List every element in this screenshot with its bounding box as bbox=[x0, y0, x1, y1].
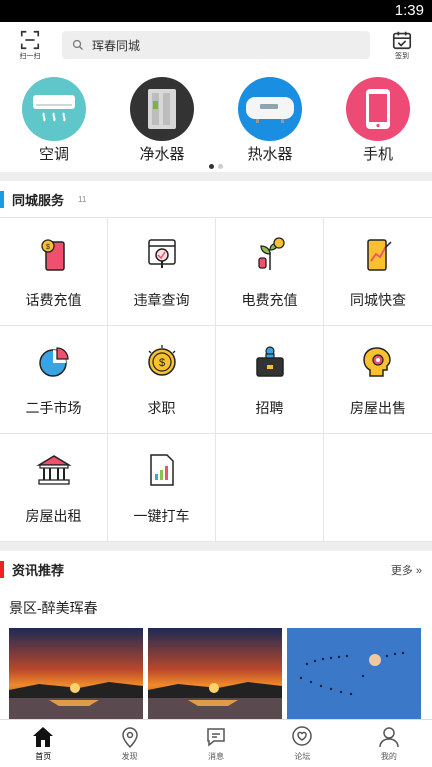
tab-home[interactable]: 首页 bbox=[0, 720, 86, 767]
location-pin-icon bbox=[121, 727, 138, 749]
heart-chat-icon bbox=[292, 726, 313, 746]
service-job-seeking[interactable]: $ 求职 bbox=[108, 326, 216, 434]
carousel-indicator bbox=[0, 164, 432, 169]
svg-text:$: $ bbox=[46, 244, 50, 251]
news-photo-sunset[interactable] bbox=[9, 628, 143, 720]
category-label: 手机 bbox=[362, 146, 393, 163]
tab-label: 消息 bbox=[208, 752, 225, 761]
tab-label: 发现 bbox=[121, 752, 138, 761]
tab-messages[interactable]: 消息 bbox=[173, 720, 259, 767]
more-link[interactable]: 更多 » bbox=[391, 562, 422, 578]
briefcase-icon bbox=[255, 345, 284, 377]
checkin-label: 签到 bbox=[395, 53, 409, 60]
service-label: 招聘 bbox=[255, 399, 284, 416]
scan-button[interactable]: 扫一扫 bbox=[10, 29, 50, 61]
service-one-click-taxi[interactable]: 一键打车 bbox=[108, 434, 216, 542]
calendar-check-icon bbox=[392, 31, 412, 50]
section-title: 同城服务 bbox=[12, 192, 65, 208]
status-time: 1:39 bbox=[394, 2, 424, 19]
category-carousel[interactable]: 空调 净水器 热水器 手机 bbox=[0, 68, 432, 172]
water-heater-icon bbox=[238, 77, 302, 141]
service-label: 话费充值 bbox=[25, 291, 82, 308]
category-mobile-phone[interactable]: 手机 bbox=[328, 77, 428, 164]
carousel-dot bbox=[218, 164, 223, 169]
service-second-hand-market[interactable]: 二手市场 bbox=[0, 326, 108, 434]
service-empty-cell bbox=[324, 434, 432, 542]
double-chevron-right-icon: » bbox=[415, 564, 422, 577]
service-traffic-violation[interactable]: 违章查询 bbox=[108, 218, 216, 326]
service-label: 同城快查 bbox=[350, 291, 406, 308]
pie-chart-icon bbox=[38, 346, 69, 377]
service-recruitment[interactable]: 招聘 bbox=[216, 326, 324, 434]
home-icon bbox=[33, 727, 54, 747]
service-label: 电费充值 bbox=[241, 291, 298, 308]
traffic-violation-icon bbox=[147, 238, 176, 268]
scan-label: 扫一扫 bbox=[19, 53, 41, 60]
more-label: 更多 bbox=[390, 564, 413, 577]
document-chart-icon bbox=[149, 453, 174, 486]
tab-label: 首页 bbox=[35, 752, 52, 761]
news-section: 资讯推荐 更多 » 景区-醉美珲春 bbox=[0, 551, 432, 720]
carousel-dot-active bbox=[209, 164, 214, 169]
air-conditioner-icon bbox=[22, 77, 86, 141]
section-accent-bar bbox=[0, 190, 4, 208]
service-label: 违章查询 bbox=[133, 291, 190, 308]
services-header: 同城服务 11 bbox=[0, 181, 432, 218]
coin-icon: $ bbox=[147, 344, 176, 376]
tab-profile[interactable]: 我的 bbox=[346, 720, 432, 767]
service-house-rental[interactable]: 房屋出租 bbox=[0, 434, 108, 542]
electricity-recharge-icon bbox=[257, 236, 285, 270]
tab-label: 论坛 bbox=[294, 752, 311, 761]
news-header: 资讯推荐 更多 » bbox=[0, 551, 432, 588]
tab-forum[interactable]: 论坛 bbox=[259, 720, 345, 767]
service-label: 求职 bbox=[147, 399, 176, 416]
chat-bubble-icon bbox=[207, 728, 225, 747]
category-water-purifier[interactable]: 净水器 bbox=[112, 77, 212, 164]
search-icon bbox=[72, 39, 83, 50]
service-phone-recharge[interactable]: $ 话费充值 bbox=[0, 218, 108, 326]
service-label: 房屋出租 bbox=[25, 507, 82, 524]
service-quick-search[interactable]: 同城快查 bbox=[324, 218, 432, 326]
section-count: 11 bbox=[78, 194, 87, 204]
service-label: 二手市场 bbox=[25, 399, 82, 416]
bottom-tab-bar: 首页 发现 消息 论坛 我的 bbox=[0, 719, 432, 767]
category-label: 净水器 bbox=[139, 146, 185, 163]
news-photo-sunset[interactable] bbox=[148, 628, 282, 720]
tab-discover[interactable]: 发现 bbox=[86, 720, 172, 767]
scan-icon bbox=[20, 30, 40, 50]
phone-recharge-icon: $ bbox=[40, 238, 65, 271]
service-house-sale[interactable]: 房屋出售 bbox=[324, 326, 432, 434]
status-bar: 1:39 bbox=[0, 0, 432, 22]
bank-building-icon bbox=[35, 454, 72, 485]
news-subtitle[interactable]: 景区-醉美珲春 bbox=[0, 588, 432, 624]
news-photo-birds-moon[interactable] bbox=[287, 628, 421, 720]
service-electricity-recharge[interactable]: 电费充值 bbox=[216, 218, 324, 326]
section-accent-bar bbox=[0, 561, 4, 578]
water-purifier-icon bbox=[130, 77, 194, 141]
checkin-button[interactable]: 签到 bbox=[382, 29, 422, 61]
services-section: 同城服务 11 $ 话费充值 违章查询 电费充值 同城快查 二手市场 $ 求职 bbox=[0, 181, 432, 542]
category-water-heater[interactable]: 热水器 bbox=[220, 77, 320, 164]
head-gear-icon bbox=[363, 346, 391, 377]
service-empty-cell bbox=[216, 434, 324, 542]
category-label: 热水器 bbox=[247, 146, 293, 163]
quick-search-icon bbox=[367, 238, 392, 271]
section-title: 资讯推荐 bbox=[12, 563, 65, 578]
search-input[interactable]: 珲春同城 bbox=[62, 31, 370, 59]
category-air-conditioner[interactable]: 空调 bbox=[4, 77, 104, 164]
tab-label: 我的 bbox=[380, 752, 397, 761]
svg-text:$: $ bbox=[158, 357, 164, 369]
user-icon bbox=[379, 727, 399, 748]
service-label: 一键打车 bbox=[133, 507, 190, 524]
search-value: 珲春同城 bbox=[92, 38, 141, 53]
service-label: 房屋出售 bbox=[350, 399, 406, 416]
mobile-phone-icon bbox=[346, 77, 410, 141]
top-bar: 扫一扫 珲春同城 签到 bbox=[0, 22, 432, 68]
category-label: 空调 bbox=[38, 146, 69, 163]
